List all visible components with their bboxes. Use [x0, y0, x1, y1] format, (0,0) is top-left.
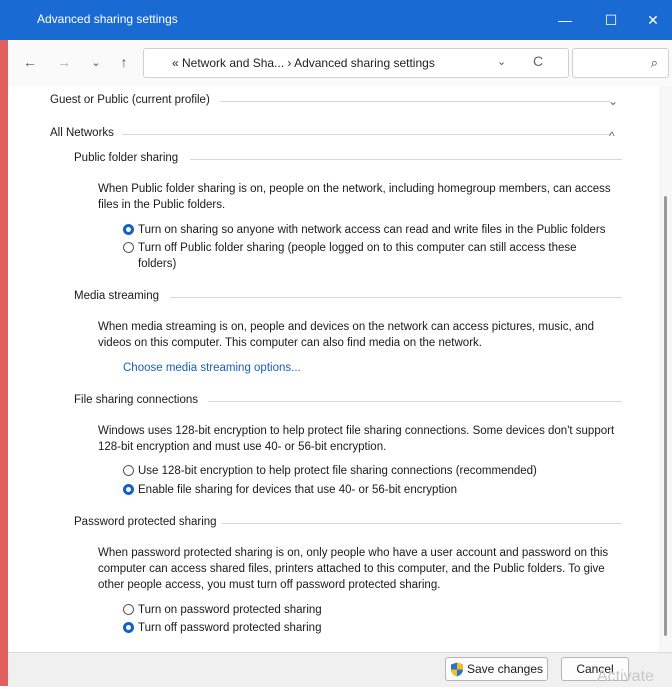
heading-media-streaming: Media streaming: [74, 290, 160, 302]
divider: [222, 523, 622, 524]
search-icon[interactable]: ⌕: [651, 55, 658, 71]
title-bar: Advanced sharing settings — ☐ ✕: [0, 0, 672, 40]
radio-button[interactable]: [123, 484, 134, 495]
radio-password-sharing-on[interactable]: Turn on password protected sharing: [123, 602, 638, 618]
breadcrumb[interactable]: « Network and Sha... › Advanced sharing …: [143, 48, 569, 78]
divider: [190, 159, 622, 160]
close-button[interactable]: ✕: [634, 0, 672, 40]
radio-public-sharing-on[interactable]: Turn on sharing so anyone with network a…: [123, 222, 638, 238]
media-streaming-options-link[interactable]: Choose media streaming options...: [123, 362, 301, 374]
chevron-down-icon[interactable]: ⌄: [608, 94, 618, 108]
radio-button[interactable]: [123, 622, 134, 633]
heading-password-protected-sharing: Password protected sharing: [74, 516, 217, 528]
heading-file-sharing-connections: File sharing connections: [74, 394, 199, 406]
file-sharing-description: Windows uses 128-bit encryption to help …: [98, 425, 615, 453]
password-description: When password protected sharing is on, o…: [98, 547, 609, 591]
footer-bar: Save changes Cancel: [8, 652, 672, 687]
back-arrow-icon[interactable]: ←: [20, 52, 40, 72]
radio-label: Turn on password protected sharing: [138, 604, 322, 616]
radio-public-sharing-off[interactable]: Turn off Public folder sharing (people l…: [123, 240, 608, 272]
forward-arrow-icon[interactable]: →: [54, 52, 74, 72]
divider: [208, 401, 622, 402]
chevron-up-icon[interactable]: ^: [609, 129, 615, 143]
radio-40-56-bit-encryption[interactable]: Enable file sharing for devices that use…: [123, 482, 638, 498]
radio-label: Enable file sharing for devices that use…: [138, 484, 457, 496]
divider: [122, 134, 610, 135]
window-title: Advanced sharing settings: [37, 12, 178, 26]
radio-label: Turn off password protected sharing: [138, 622, 322, 634]
up-arrow-icon[interactable]: ↑: [114, 52, 134, 72]
address-bar: ← → ⌄ ↑ « Network and Sha... › Advanced …: [8, 40, 672, 87]
radio-button[interactable]: [123, 242, 134, 253]
maximize-button[interactable]: ☐: [592, 0, 630, 40]
address-dropdown-icon[interactable]: ⌄: [497, 55, 506, 68]
radio-128-bit-encryption[interactable]: Use 128-bit encryption to help protect f…: [123, 463, 638, 479]
radio-label: Turn on sharing so anyone with network a…: [138, 224, 606, 236]
radio-label: Turn off Public folder sharing (people l…: [138, 242, 577, 270]
recent-locations-chevron-icon[interactable]: ⌄: [86, 52, 106, 72]
window-edge: [0, 0, 8, 686]
minimize-button[interactable]: —: [546, 0, 584, 40]
settings-content: Guest or Public (current profile) ⌄ All …: [8, 86, 659, 652]
section-guest-public[interactable]: Guest or Public (current profile): [50, 94, 210, 106]
activation-watermark: Activate: [597, 668, 654, 685]
radio-button[interactable]: [123, 465, 134, 476]
refresh-icon[interactable]: C: [533, 53, 543, 69]
search-input[interactable]: ⌕: [572, 48, 669, 78]
heading-public-folder-sharing: Public folder sharing: [74, 152, 179, 164]
divider: [170, 297, 622, 298]
uac-shield-icon: [450, 662, 463, 676]
vertical-scrollbar[interactable]: [659, 86, 672, 652]
radio-password-sharing-off[interactable]: Turn off password protected sharing: [123, 620, 638, 636]
save-changes-label: Save changes: [466, 662, 544, 676]
radio-button[interactable]: [123, 224, 134, 235]
divider: [220, 101, 610, 102]
public-folder-description: When Public folder sharing is on, people…: [98, 183, 611, 211]
scrollbar-thumb[interactable]: [664, 196, 667, 636]
save-changes-button[interactable]: Save changes: [445, 657, 548, 681]
section-all-networks[interactable]: All Networks: [50, 127, 114, 139]
radio-label: Use 128-bit encryption to help protect f…: [138, 465, 537, 477]
radio-button[interactable]: [123, 604, 134, 615]
media-description: When media streaming is on, people and d…: [98, 321, 595, 349]
breadcrumb-path[interactable]: « Network and Sha... › Advanced sharing …: [172, 56, 435, 70]
